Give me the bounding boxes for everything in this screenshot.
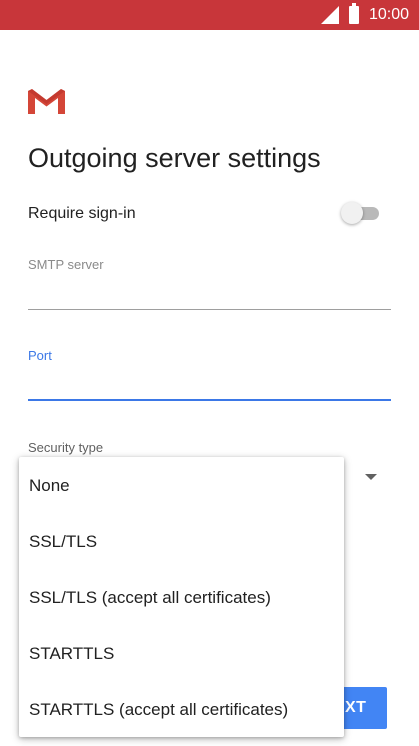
toggle-thumb <box>341 202 363 224</box>
status-time: 10:00 <box>368 6 409 23</box>
status-icons: 10:00 <box>320 3 409 25</box>
status-bar: 10:00 <box>0 0 419 30</box>
chevron-down-icon[interactable] <box>365 474 377 480</box>
require-signin-toggle[interactable] <box>341 202 379 224</box>
security-type-dropdown-menu[interactable]: None SSL/TLS SSL/TLS (accept all certifi… <box>19 457 344 737</box>
port-label: Port <box>28 348 52 363</box>
page-title: Outgoing server settings <box>28 143 321 173</box>
security-option-starttls-accept-all[interactable]: STARTTLS (accept all certificates) <box>19 682 344 738</box>
security-option-ssl-tls-accept-all[interactable]: SSL/TLS (accept all certificates) <box>19 570 344 626</box>
security-option-ssl-tls[interactable]: SSL/TLS <box>19 514 344 570</box>
port-input[interactable] <box>28 399 391 401</box>
smtp-server-input[interactable] <box>28 309 391 310</box>
security-type-label: Security type <box>28 440 104 455</box>
security-option-starttls[interactable]: STARTTLS <box>19 626 344 682</box>
require-signin-label: Require sign-in <box>28 205 136 222</box>
security-option-none[interactable]: None <box>19 458 344 514</box>
signal-icon <box>320 6 339 24</box>
smtp-server-label: SMTP server <box>28 257 104 272</box>
battery-icon <box>348 3 359 24</box>
gmail-logo-icon <box>28 87 65 120</box>
